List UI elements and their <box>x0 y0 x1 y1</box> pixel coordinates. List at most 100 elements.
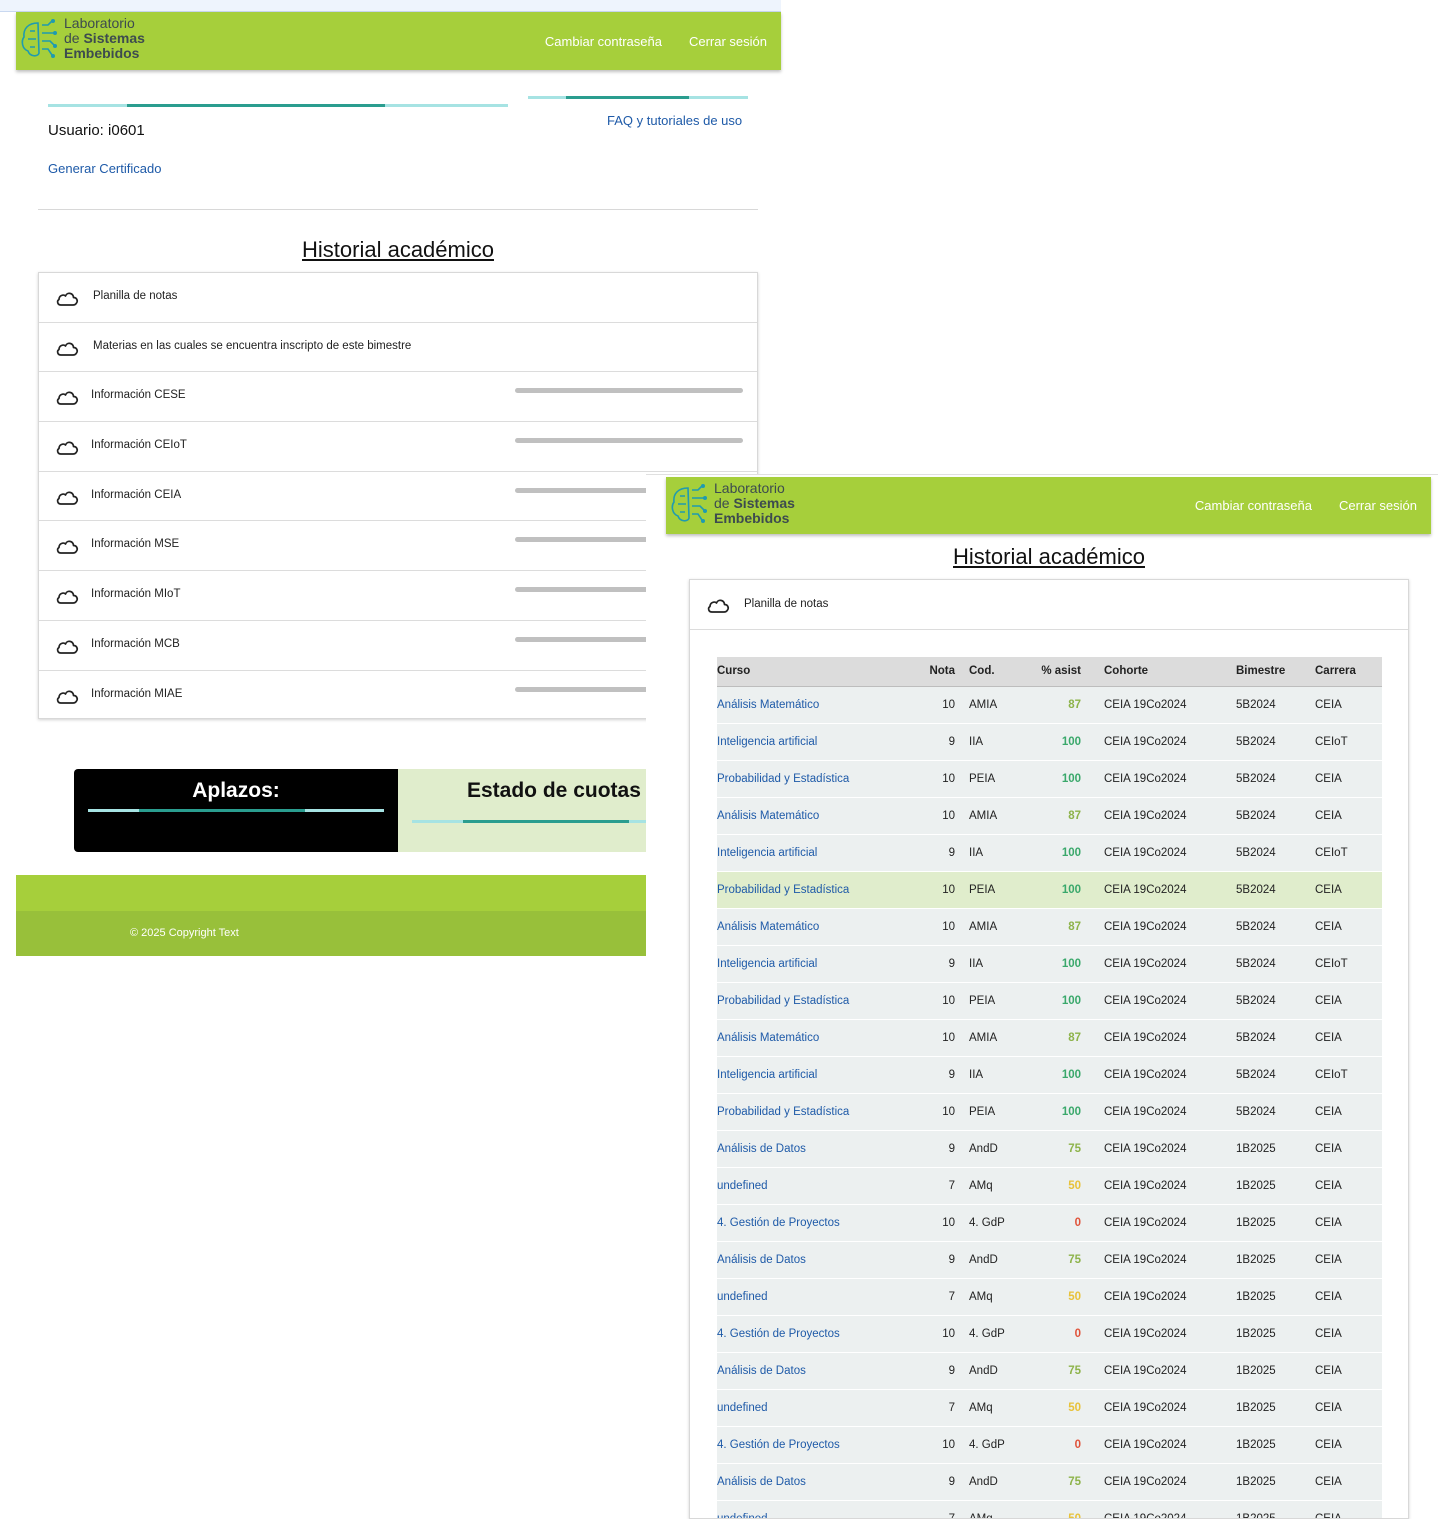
career-cell: CEIA <box>1315 1315 1382 1353</box>
career-cell: CEIA <box>1315 1352 1382 1390</box>
cohort-cell: CEIA 19Co2024 <box>1104 1500 1236 1518</box>
grades-panel-header[interactable]: Planilla de notas <box>690 580 1408 630</box>
course-link[interactable]: Probabilidad y Estadística <box>717 871 907 909</box>
code-cell: 4. GdP <box>969 1315 1029 1353</box>
course-link[interactable]: Análisis de Datos <box>717 1463 907 1501</box>
table-row: Análisis de Datos 9 AndD 75 CEIA 19Co2024 1B2… <box>717 1241 1382 1279</box>
course-link[interactable]: Análisis de Datos <box>717 1130 907 1168</box>
cuotas-progress-bar <box>412 820 646 823</box>
attendance-cell: 50 <box>1029 1167 1081 1205</box>
cohort-cell: CEIA 19Co2024 <box>1104 908 1236 946</box>
brain-circuit-icon <box>21 18 57 58</box>
change-password-link[interactable]: Cambiar contraseña <box>545 34 662 49</box>
table-row: Probabilidad y Estadística 10 PEIA 100 CEIA … <box>717 982 1382 1020</box>
course-link[interactable]: Análisis Matemático <box>717 908 907 946</box>
col-cohorte[interactable]: Cohorte <box>1104 657 1236 687</box>
col-cod[interactable]: Cod. <box>969 657 1029 687</box>
col-asist[interactable]: % asist <box>1029 657 1081 687</box>
course-link[interactable]: undefined <box>717 1500 907 1518</box>
code-cell: AMIA <box>969 1019 1029 1057</box>
table-row: undefined 7 AMq 50 CEIA 19Co2024 1B2025 CEIA <box>717 1167 1382 1205</box>
table-row: undefined 7 AMq 50 CEIA 19Co2024 1B2025 CEIA <box>717 1278 1382 1316</box>
brand-text: Laboratorio de Sistemas Embebidos <box>64 15 145 61</box>
course-link[interactable]: undefined <box>717 1278 907 1316</box>
cloud-icon <box>707 599 730 613</box>
attendance-cell: 100 <box>1029 982 1081 1020</box>
grade-cell: 10 <box>907 797 955 835</box>
course-link[interactable]: Análisis Matemático <box>717 686 907 724</box>
career-cell: CEIA <box>1315 982 1382 1020</box>
code-cell: AMq <box>969 1500 1029 1518</box>
career-cell: CEIA <box>1315 1241 1382 1279</box>
course-link[interactable]: 4. Gestión de Proyectos <box>717 1426 907 1464</box>
col-bimestre[interactable]: Bimestre <box>1236 657 1315 687</box>
overlay-logout-link[interactable]: Cerrar sesión <box>1339 498 1417 513</box>
course-link[interactable]: Análisis de Datos <box>717 1241 907 1279</box>
faq-link[interactable]: FAQ y tutoriales de uso <box>607 113 742 128</box>
attendance-cell: 100 <box>1029 871 1081 909</box>
course-link[interactable]: Probabilidad y Estadística <box>717 1093 907 1131</box>
course-link[interactable]: Inteligencia artificial <box>717 834 907 872</box>
cohort-cell: CEIA 19Co2024 <box>1104 1204 1236 1242</box>
term-cell: 5B2024 <box>1236 982 1315 1020</box>
certificate-link[interactable]: Generar Certificado <box>48 161 161 176</box>
history-item[interactable]: Información CEIoT <box>39 422 757 472</box>
aplazos-progress-bar <box>88 809 384 812</box>
term-cell: 1B2025 <box>1236 1204 1315 1242</box>
term-cell: 5B2024 <box>1236 797 1315 835</box>
attendance-cell: 87 <box>1029 908 1081 946</box>
table-row: Análisis Matemático 10 AMIA 87 CEIA 19Co2024… <box>717 908 1382 946</box>
table-row: Inteligencia artificial 9 IIA 100 CEIA 19Co2… <box>717 723 1382 761</box>
course-link[interactable]: undefined <box>717 1389 907 1427</box>
term-cell: 1B2025 <box>1236 1426 1315 1464</box>
course-link[interactable]: Análisis Matemático <box>717 797 907 835</box>
history-item-label: Información MIAE <box>91 687 183 700</box>
attendance-cell: 50 <box>1029 1389 1081 1427</box>
history-title: Historial académico <box>302 237 494 262</box>
course-link[interactable]: 4. Gestión de Proyectos <box>717 1315 907 1353</box>
table-row: Análisis de Datos 9 AndD 75 CEIA 19Co2024 1B2… <box>717 1352 1382 1390</box>
course-link[interactable]: Inteligencia artificial <box>717 723 907 761</box>
attendance-cell: 87 <box>1029 797 1081 835</box>
overlay-brand-logo[interactable]: Laboratorio de Sistemas Embebidos <box>668 481 795 526</box>
course-link[interactable]: Probabilidad y Estadística <box>717 982 907 1020</box>
brand-logo[interactable]: Laboratorio de Sistemas Embebidos <box>18 16 145 61</box>
course-link[interactable]: Análisis de Datos <box>717 1352 907 1390</box>
history-item-label: Información MSE <box>91 538 180 551</box>
course-link[interactable]: undefined <box>717 1167 907 1205</box>
table-row: Inteligencia artificial 9 IIA 100 CEIA 19Co2… <box>717 834 1382 872</box>
career-cell: CEIA <box>1315 1130 1382 1168</box>
cloud-icon <box>56 491 79 505</box>
course-link[interactable]: Análisis Matemático <box>717 1019 907 1057</box>
overlay-change-password-link[interactable]: Cambiar contraseña <box>1195 498 1312 513</box>
course-link[interactable]: Probabilidad y Estadística <box>717 760 907 798</box>
grade-cell: 9 <box>907 834 955 872</box>
history-item-label: Materias en las cuales se encuentra insc… <box>93 339 412 352</box>
history-item[interactable]: Materias en las cuales se encuentra insc… <box>39 323 757 373</box>
term-cell: 5B2024 <box>1236 834 1315 872</box>
col-nota[interactable]: Nota <box>907 657 955 687</box>
col-carrera[interactable]: Carrera <box>1315 657 1382 687</box>
cloud-icon <box>56 391 79 406</box>
course-link[interactable]: Inteligencia artificial <box>717 945 907 983</box>
grade-cell: 9 <box>907 1130 955 1168</box>
table-row: Probabilidad y Estadística 10 PEIA 100 CEIA … <box>717 871 1382 909</box>
cohort-cell: CEIA 19Co2024 <box>1104 723 1236 761</box>
attendance-cell: 100 <box>1029 1093 1081 1131</box>
attendance-cell: 0 <box>1029 1426 1081 1464</box>
history-item[interactable]: Planilla de notas <box>39 273 757 323</box>
logout-link[interactable]: Cerrar sesión <box>689 34 767 49</box>
cohort-cell: CEIA 19Co2024 <box>1104 834 1236 872</box>
table-row: Probabilidad y Estadística 10 PEIA 100 CEIA … <box>717 1093 1382 1131</box>
course-link[interactable]: 4. Gestión de Proyectos <box>717 1204 907 1242</box>
course-link[interactable]: Inteligencia artificial <box>717 1056 907 1094</box>
code-cell: AndD <box>969 1130 1029 1168</box>
term-cell: 1B2025 <box>1236 1241 1315 1279</box>
overlay-brand-text: Laboratorio de Sistemas Embebidos <box>714 480 795 526</box>
cohort-cell: CEIA 19Co2024 <box>1104 1167 1236 1205</box>
cohort-cell: CEIA 19Co2024 <box>1104 1315 1236 1353</box>
term-cell: 5B2024 <box>1236 1056 1315 1094</box>
history-item[interactable]: Información CESE <box>39 372 757 423</box>
col-curso[interactable]: Curso <box>717 657 907 687</box>
grade-cell: 7 <box>907 1389 955 1427</box>
